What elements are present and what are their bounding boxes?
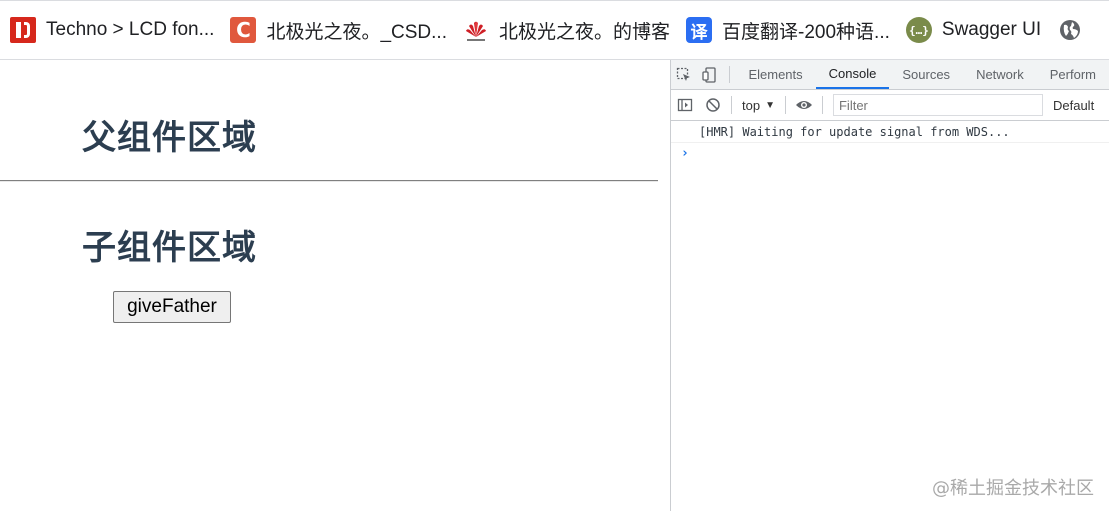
baidu-translate-icon: 译 [686, 17, 713, 43]
toolbar-separator [821, 96, 823, 114]
tab-elements[interactable]: Elements [735, 60, 815, 89]
bookmark-label: Swagger UI [941, 19, 1042, 40]
bookmark-label: 百度翻译-200种语... [722, 21, 890, 43]
bookmark-blog[interactable]: 北极光之夜。的博客 [457, 12, 676, 48]
huawei-logo-icon [463, 17, 489, 43]
context-value: top [742, 97, 761, 113]
bookmark-globe[interactable] [1051, 12, 1099, 48]
csdn-logo-icon: C [230, 17, 257, 43]
watermark: @稀土掘金技术社区 [932, 478, 1094, 499]
dropdown-caret-icon: ▼ [765, 99, 775, 111]
bookmark-label: 北极光之夜。_CSD... [266, 21, 447, 43]
bookmarks-bar: Techno > LCD fon... C 北极光之夜。_CSD... 北极光之… [0, 0, 1109, 60]
give-father-button[interactable]: giveFather [113, 291, 231, 323]
log-levels-dropdown[interactable]: Default [1043, 98, 1094, 113]
console-prompt[interactable]: › [671, 143, 1109, 163]
app-page: 父组件区域 子组件区域 giveFather [0, 60, 670, 511]
device-toolbar-icon[interactable] [697, 60, 723, 89]
tab-sources[interactable]: Sources [889, 60, 963, 89]
clear-console-icon[interactable] [699, 91, 727, 119]
toolbar-separator [731, 96, 732, 114]
toolbar-separator [728, 66, 730, 83]
bookmark-csdn[interactable]: C 北极光之夜。_CSD... [224, 12, 453, 48]
toolbar-separator [784, 96, 786, 114]
parent-component-title: 父组件区域 [82, 118, 257, 158]
tab-performance[interactable]: Perform [1037, 60, 1109, 89]
console-message: [HMR] Waiting for update signal from WDS… [671, 121, 1109, 143]
techno-logo-icon [10, 17, 36, 43]
swagger-logo-icon: {…} [905, 17, 932, 43]
bookmark-techno[interactable]: Techno > LCD fon... [4, 12, 220, 48]
live-expression-eye-icon[interactable] [790, 91, 818, 119]
sidebar-toggle-icon[interactable] [671, 91, 699, 119]
console-toolbar: top ▼ Default [671, 90, 1109, 121]
divider [0, 180, 658, 182]
context-selector[interactable]: top ▼ [736, 98, 781, 113]
bookmark-swagger[interactable]: {…} Swagger UI [900, 12, 1047, 48]
tab-console[interactable]: Console [815, 60, 890, 89]
tab-network[interactable]: Network [963, 60, 1037, 89]
console-filter-input[interactable] [832, 94, 1043, 116]
globe-icon [1057, 17, 1083, 43]
bookmark-label: 北极光之夜。的博客 [499, 21, 671, 43]
bookmark-label: Techno > LCD fon... [46, 19, 215, 40]
devtools-panel: Elements Console Sources Network Perform… [670, 60, 1109, 511]
devtools-tabbar: Elements Console Sources Network Perform [671, 60, 1109, 90]
bookmark-baidu-translate[interactable]: 译 百度翻译-200种语... [680, 12, 896, 48]
child-component-title: 子组件区域 [82, 228, 257, 268]
inspect-element-icon[interactable] [671, 60, 697, 89]
